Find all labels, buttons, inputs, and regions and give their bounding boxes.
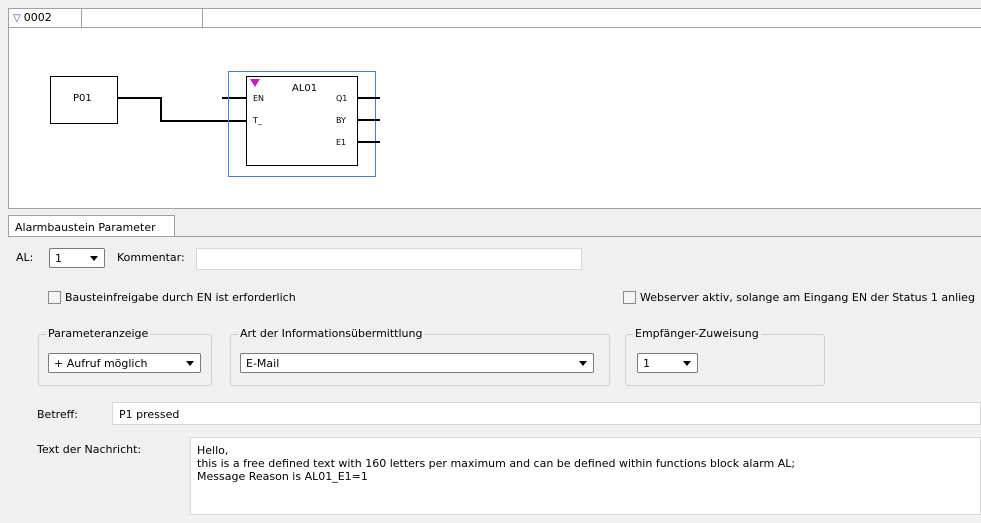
message-label: Text der Nachricht: [37, 443, 142, 456]
group-recipient-title: Empfänger-Zuweisung [633, 327, 761, 340]
wire-segment [160, 97, 162, 122]
subject-input[interactable]: P1 pressed [112, 402, 981, 425]
al-select-value: 1 [55, 252, 62, 265]
recipient-select[interactable]: 1 [637, 353, 698, 373]
chevron-down-icon [683, 361, 691, 366]
output-q1-wire [357, 97, 380, 99]
webserver-checkbox[interactable] [623, 291, 636, 304]
chevron-down-icon [186, 361, 194, 366]
info-type-select[interactable]: E-Mail [240, 353, 594, 373]
comment-label: Kommentar: [117, 251, 185, 264]
recipient-value: 1 [643, 357, 650, 370]
chevron-down-icon [90, 256, 98, 261]
input-block-label: P01 [73, 93, 92, 104]
subject-label: Betreff: [37, 408, 78, 421]
al-select[interactable]: 1 [49, 248, 105, 268]
al-label: AL: [16, 251, 34, 264]
rung-header: ▽ 0002 [9, 9, 981, 28]
pin-en: EN [253, 94, 265, 103]
output-by-wire [357, 119, 380, 121]
info-type-value: E-Mail [246, 357, 280, 370]
pin-e1: E1 [336, 138, 347, 147]
subject-input-value: P1 pressed [119, 408, 180, 421]
parameter-display-select[interactable]: + Aufruf möglich [48, 353, 201, 373]
ladder-diagram-canvas[interactable]: ▽ 0002 P01 AL01 EN T_ Q1 BY E1 [8, 8, 981, 209]
pin-by: BY [336, 116, 346, 125]
pin-q1: Q1 [336, 94, 348, 103]
message-textarea[interactable]: Hello, this is a free defined text with … [190, 437, 981, 515]
en-marker-icon [250, 79, 260, 87]
message-line: this is a free defined text with 160 let… [197, 457, 796, 470]
output-e1-wire [357, 141, 380, 143]
parameter-display-value: + Aufruf möglich [54, 357, 148, 370]
chevron-down-icon [579, 361, 587, 366]
message-line: Hello, [197, 444, 229, 457]
pin-t: T_ [253, 116, 262, 125]
alarm-block-al01[interactable]: AL01 EN T_ Q1 BY E1 [246, 76, 358, 166]
enable-checkbox-label: Bausteinfreigabe durch EN ist erforderli… [65, 291, 296, 304]
rung-number-cell[interactable]: ▽ 0002 [9, 9, 82, 27]
rung-number: 0002 [23, 11, 52, 24]
rung-comment-cell[interactable] [82, 9, 203, 27]
message-text: Hello, this is a free defined text with … [197, 444, 795, 483]
webserver-checkbox-label: Webserver aktiv, solange am Eingang EN d… [640, 291, 975, 304]
group-info-type-title: Art der Informationsübermittlung [238, 327, 425, 340]
enable-checkbox[interactable] [48, 291, 61, 304]
message-line: Message Reason is AL01_E1=1 [197, 470, 368, 483]
collapse-triangle-icon[interactable]: ▽ [13, 13, 21, 24]
parameter-panel: AL: 1 Kommentar: Bausteinfreigabe durch … [8, 236, 981, 523]
tab-alarm-parameters[interactable]: Alarmbaustein Parameter [8, 215, 175, 238]
comment-input[interactable] [196, 248, 582, 270]
tab-label: Alarmbaustein Parameter [15, 221, 156, 234]
alarm-block-title: AL01 [292, 83, 318, 94]
wire-segment [117, 97, 161, 99]
input-block-p01[interactable]: P01 [50, 76, 118, 124]
group-parameter-display-title: Parameteranzeige [46, 327, 151, 340]
